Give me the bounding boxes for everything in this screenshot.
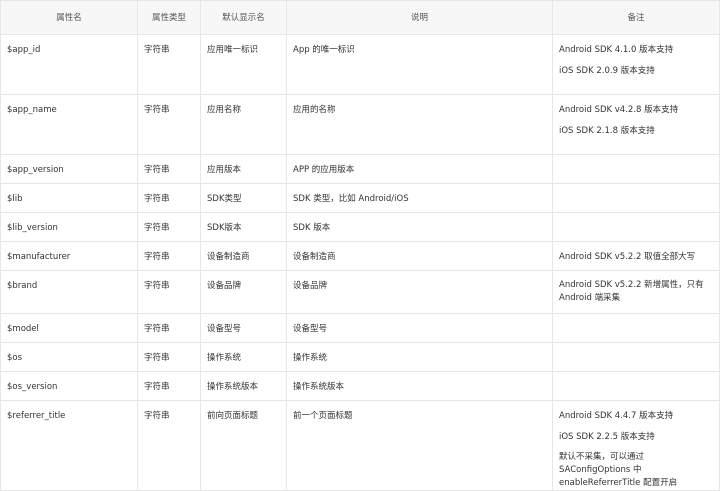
cell-description: 应用的名称 bbox=[286, 94, 553, 155]
header-display-name: 默认显示名 bbox=[200, 0, 287, 35]
table-row: $lib_version 字符串 SDK版本 SDK 版本 bbox=[0, 212, 720, 242]
cell-display-name: 操作系统 bbox=[200, 342, 287, 372]
cell-display-name: 设备品牌 bbox=[200, 270, 287, 314]
cell-property-type: 字符串 bbox=[137, 241, 201, 271]
cell-property-name: $manufacturer bbox=[0, 241, 138, 271]
note-line: Android SDK v4.2.8 版本支持 bbox=[559, 105, 679, 115]
cell-description: APP 的应用版本 bbox=[286, 154, 553, 184]
cell-description: App 的唯一标识 bbox=[286, 34, 553, 95]
cell-display-name: 设备型号 bbox=[200, 313, 287, 343]
note-line: 默认不采集，可以通过 SAConfigOptions 中 enableRefer… bbox=[559, 452, 678, 488]
cell-property-name: $referrer_title bbox=[0, 400, 138, 491]
cell-notes: Android SDK 4.4.7 版本支持 iOS SDK 2.2.5 版本支持… bbox=[552, 400, 720, 491]
header-description: 说明 bbox=[286, 0, 553, 35]
table-row: $os 字符串 操作系统 操作系统 bbox=[0, 342, 720, 372]
cell-description: 操作系统版本 bbox=[286, 371, 553, 401]
cell-notes bbox=[552, 313, 720, 343]
header-property-type: 属性类型 bbox=[137, 0, 201, 35]
cell-property-type: 字符串 bbox=[137, 342, 201, 372]
cell-notes bbox=[552, 342, 720, 372]
cell-display-name: 操作系统版本 bbox=[200, 371, 287, 401]
cell-description: SDK 版本 bbox=[286, 212, 553, 242]
table-row: $brand 字符串 设备品牌 设备品牌 Android SDK v5.2.2 新增属… bbox=[0, 270, 720, 314]
cell-display-name: 应用版本 bbox=[200, 154, 287, 184]
table-row: $lib 字符串 SDK类型 SDK 类型，比如 Android/iOS bbox=[0, 183, 720, 213]
header-property-name: 属性名 bbox=[0, 0, 138, 35]
cell-notes: Android SDK v5.2.2 取值全部大写 bbox=[552, 241, 720, 271]
cell-description: 设备型号 bbox=[286, 313, 553, 343]
cell-property-type: 字符串 bbox=[137, 183, 201, 213]
cell-description: 设备制造商 bbox=[286, 241, 553, 271]
table-row: $app_name 字符串 应用名称 应用的名称 Android SDK v4.2.8 … bbox=[0, 94, 720, 155]
cell-property-type: 字符串 bbox=[137, 212, 201, 242]
table-row: $referrer_title 字符串 前向页面标题 前一个页面标题 Android S… bbox=[0, 400, 720, 491]
cell-property-name: $os bbox=[0, 342, 138, 372]
cell-property-type: 字符串 bbox=[137, 34, 201, 95]
cell-property-type: 字符串 bbox=[137, 400, 201, 491]
cell-notes: Android SDK v4.2.8 版本支持 iOS SDK 2.1.8 版本支… bbox=[552, 94, 720, 155]
cell-description: 前一个页面标题 bbox=[286, 400, 553, 491]
table-header-row: 属性名 属性类型 默认显示名 说明 备注 bbox=[0, 0, 720, 35]
cell-property-type: 字符串 bbox=[137, 154, 201, 184]
cell-display-name: SDK类型 bbox=[200, 183, 287, 213]
cell-property-name: $app_id bbox=[0, 34, 138, 95]
cell-property-name: $lib_version bbox=[0, 212, 138, 242]
cell-notes bbox=[552, 212, 720, 242]
table-row: $app_version 字符串 应用版本 APP 的应用版本 bbox=[0, 154, 720, 184]
cell-display-name: 应用唯一标识 bbox=[200, 34, 287, 95]
note-line: iOS SDK 2.0.9 版本支持 bbox=[559, 66, 655, 76]
cell-property-type: 字符串 bbox=[137, 94, 201, 155]
cell-notes bbox=[552, 183, 720, 213]
note-line: Android SDK v5.2.2 新增属性，只有 Android 端采集 bbox=[559, 280, 704, 303]
cell-description: SDK 类型，比如 Android/iOS bbox=[286, 183, 553, 213]
cell-notes: Android SDK 4.1.0 版本支持 iOS SDK 2.0.9 版本支持 bbox=[552, 34, 720, 95]
cell-display-name: SDK版本 bbox=[200, 212, 287, 242]
table-row: $model 字符串 设备型号 设备型号 bbox=[0, 313, 720, 343]
cell-display-name: 应用名称 bbox=[200, 94, 287, 155]
cell-property-type: 字符串 bbox=[137, 371, 201, 401]
table-row: $manufacturer 字符串 设备制造商 设备制造商 Android SDK v5… bbox=[0, 241, 720, 271]
table-body: $app_id 字符串 应用唯一标识 App 的唯一标识 Android SDK 4.1… bbox=[0, 34, 720, 491]
cell-property-type: 字符串 bbox=[137, 270, 201, 314]
cell-property-name: $lib bbox=[0, 183, 138, 213]
cell-property-name: $os_version bbox=[0, 371, 138, 401]
cell-description: 设备品牌 bbox=[286, 270, 553, 314]
note-line: Android SDK 4.1.0 版本支持 bbox=[559, 45, 674, 55]
cell-description: 操作系统 bbox=[286, 342, 553, 372]
note-line: Android SDK 4.4.7 版本支持 bbox=[559, 411, 674, 421]
note-line: Android SDK v5.2.2 取值全部大写 bbox=[559, 252, 696, 262]
cell-property-name: $app_name bbox=[0, 94, 138, 155]
header-notes: 备注 bbox=[552, 0, 720, 35]
table-row: $os_version 字符串 操作系统版本 操作系统版本 bbox=[0, 371, 720, 401]
table-row: $app_id 字符串 应用唯一标识 App 的唯一标识 Android SDK 4.1… bbox=[0, 34, 720, 95]
note-line: iOS SDK 2.1.8 版本支持 bbox=[559, 126, 655, 136]
cell-display-name: 设备制造商 bbox=[200, 241, 287, 271]
cell-display-name: 前向页面标题 bbox=[200, 400, 287, 491]
note-line: iOS SDK 2.2.5 版本支持 bbox=[559, 432, 655, 442]
cell-property-name: $model bbox=[0, 313, 138, 343]
cell-property-type: 字符串 bbox=[137, 313, 201, 343]
properties-table: 属性名 属性类型 默认显示名 说明 备注 $app_id 字符串 应用唯一标识 App… bbox=[0, 0, 720, 491]
cell-notes bbox=[552, 371, 720, 401]
cell-notes bbox=[552, 154, 720, 184]
cell-property-name: $app_version bbox=[0, 154, 138, 184]
cell-notes: Android SDK v5.2.2 新增属性，只有 Android 端采集 bbox=[552, 270, 720, 314]
cell-property-name: $brand bbox=[0, 270, 138, 314]
